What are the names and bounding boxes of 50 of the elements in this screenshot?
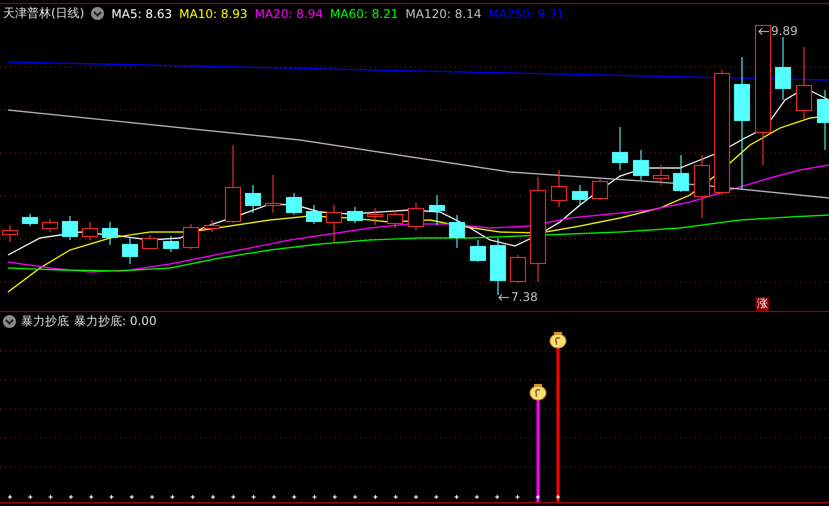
candlestick (306, 204, 322, 224)
candlestick (62, 216, 78, 240)
high-price-label: 9.89 (771, 24, 798, 38)
candlestick (204, 220, 220, 232)
moving-average-value: MA60: 8.21 (330, 6, 398, 20)
candlestick (347, 206, 363, 224)
candlestick (163, 236, 179, 252)
candlestick (245, 184, 261, 214)
candlestick (183, 224, 199, 250)
moving-average-value: MA10: 8.93 (179, 6, 248, 20)
candlestick (82, 222, 98, 240)
candlestick (653, 164, 669, 186)
low-price-label: 7.38 (511, 290, 538, 304)
indicator-reading: 暴力抄底: 0.00 (74, 313, 157, 330)
candlestick (612, 126, 628, 170)
candlestick (102, 222, 118, 246)
moving-average-value: MA250: 9.31 (488, 6, 565, 20)
candlestick (551, 170, 567, 208)
candlestick (22, 214, 38, 226)
indicator-name: 暴力抄底 (21, 313, 69, 330)
candlestick (326, 204, 342, 244)
candlestick (42, 218, 58, 232)
candlestick (408, 202, 424, 230)
rise-badge: 涨 (756, 297, 769, 311)
candlestick (429, 194, 445, 226)
candlestick (510, 254, 526, 284)
candlestick (122, 238, 138, 264)
candlestick (633, 150, 649, 180)
candlestick (265, 174, 281, 214)
chart-title: 天津普林(日线) (3, 5, 84, 22)
moving-average-value: MA20: 8.94 (254, 6, 323, 20)
candlestick (694, 154, 710, 218)
moving-average-value: MA5: 8.63 (111, 6, 172, 20)
candlestick (775, 36, 791, 100)
candlestick (592, 178, 608, 200)
arrow-icon (758, 26, 770, 36)
candlestick (286, 192, 302, 216)
candlestick (470, 240, 486, 262)
candlestick (572, 184, 588, 206)
dropdown-icon[interactable] (3, 315, 16, 328)
candlestick (817, 90, 829, 150)
candlestick (387, 210, 403, 228)
candlestick (142, 234, 158, 250)
candlestick (449, 214, 465, 248)
dropdown-icon[interactable] (91, 7, 104, 20)
moving-average-value: MA120: 8.14 (405, 6, 482, 20)
candlestick (673, 154, 689, 192)
candlestick (490, 238, 506, 296)
arrow-icon (498, 292, 510, 302)
candlestick (367, 208, 383, 226)
